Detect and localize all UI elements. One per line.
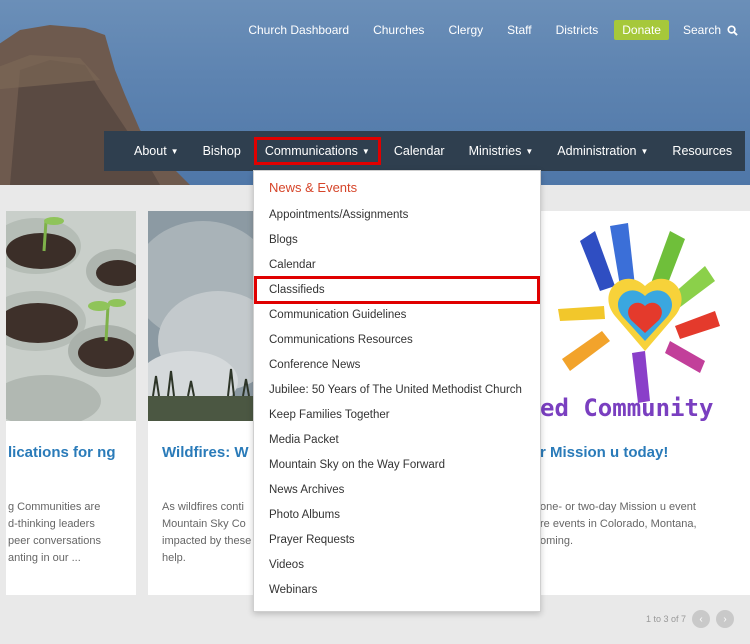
menu-item-blogs[interactable]: Blogs: [269, 234, 298, 246]
next-button[interactable]: ›: [716, 610, 735, 628]
menu-item-conference-news[interactable]: Conference News: [269, 359, 360, 371]
nav-calendar[interactable]: Calendar: [394, 144, 445, 158]
nav-communications[interactable]: Communications ▼: [253, 137, 381, 165]
wildfire-image: [148, 211, 258, 421]
nav-churches[interactable]: Churches: [361, 23, 436, 37]
search-label: Search: [682, 23, 721, 37]
menu-item-keep-families-together[interactable]: Keep Families Together: [269, 409, 390, 421]
caret-down-icon: ▼: [640, 146, 649, 156]
nav-ministries-label: Ministries: [468, 144, 522, 158]
main-nav: About ▼ Bishop Communications ▼ Calendar M…: [104, 131, 745, 171]
card-excerpt: As wildfires conti Mountain Sky Co impac…: [162, 501, 252, 564]
caret-down-icon: ▼: [361, 146, 370, 156]
menu-item-classifieds[interactable]: Classifieds: [269, 284, 325, 296]
utility-nav: Church Dashboard Churches Clergy Staff D…: [236, 20, 746, 40]
caret-down-icon: ▼: [170, 146, 179, 156]
nav-administration-label: Administration: [557, 144, 637, 158]
carousel-pager: 1 to 3 of 7 ‹ ›: [646, 610, 735, 628]
news-card[interactable]: lications for ng g Communities are d-thi…: [6, 211, 136, 595]
card-title[interactable]: lications for ng: [8, 443, 116, 462]
prev-button[interactable]: ‹: [692, 610, 711, 628]
dropdown-heading[interactable]: News & Events: [269, 180, 357, 195]
menu-item-calendar[interactable]: Calendar: [269, 259, 316, 271]
menu-item-photo-albums[interactable]: Photo Albums: [269, 509, 340, 521]
menu-item-news-archives[interactable]: News Archives: [269, 484, 344, 496]
communications-dropdown: News & Events Appointments/Assignments B…: [253, 170, 541, 612]
community-hands-image: ed Community: [540, 211, 750, 421]
menu-item-way-forward[interactable]: Mountain Sky on the Way Forward: [269, 459, 445, 471]
nav-administration[interactable]: Administration ▼: [557, 144, 648, 158]
nav-resources-label: Resources: [672, 144, 733, 158]
donate-button[interactable]: Donate: [614, 20, 669, 40]
menu-item-communication-guidelines[interactable]: Communication Guidelines: [269, 309, 406, 321]
search-link[interactable]: Search: [673, 23, 746, 37]
image-caption: ed Community: [540, 394, 713, 421]
menu-item-videos[interactable]: Videos: [269, 559, 304, 571]
menu-item-communications-resources[interactable]: Communications Resources: [269, 334, 413, 346]
nav-communications-label: Communications: [264, 144, 358, 158]
menu-item-webinars[interactable]: Webinars: [269, 584, 317, 596]
seedlings-image: [6, 211, 136, 421]
card-excerpt: g Communities are d-thinking leaders pee…: [8, 501, 101, 564]
pager-count: 1 to 3 of 7: [646, 614, 687, 624]
menu-item-jubilee[interactable]: Jubilee: 50 Years of The United Methodis…: [269, 384, 522, 396]
menu-item-appointments[interactable]: Appointments/Assignments: [269, 209, 408, 221]
card-title[interactable]: r Mission u today!: [540, 443, 668, 462]
nav-staff[interactable]: Staff: [495, 23, 543, 37]
nav-clergy[interactable]: Clergy: [436, 23, 495, 37]
hero-banner: Church Dashboard Churches Clergy Staff D…: [0, 0, 750, 185]
nav-church-dashboard[interactable]: Church Dashboard: [236, 23, 361, 37]
news-card[interactable]: ed Community r Mission u today! one- or …: [540, 211, 750, 595]
nav-ministries[interactable]: Ministries ▼: [469, 144, 534, 158]
nav-resources[interactable]: Resources: [672, 144, 732, 158]
nav-bishop[interactable]: Bishop: [203, 144, 241, 158]
search-icon: [727, 24, 738, 36]
nav-districts[interactable]: Districts: [544, 23, 611, 37]
caret-down-icon: ▼: [525, 146, 534, 156]
card-title[interactable]: Wildfires: W: [162, 443, 249, 462]
nav-about-label: About: [134, 144, 167, 158]
nav-bishop-label: Bishop: [202, 144, 241, 158]
card-excerpt: one- or two-day Mission u event re event…: [540, 501, 697, 547]
menu-item-media-packet[interactable]: Media Packet: [269, 434, 339, 446]
nav-calendar-label: Calendar: [393, 144, 445, 158]
menu-item-prayer-requests[interactable]: Prayer Requests: [269, 534, 355, 546]
nav-about[interactable]: About ▼: [134, 144, 179, 158]
news-card[interactable]: Wildfires: W As wildfires conti Mountain…: [148, 211, 258, 595]
